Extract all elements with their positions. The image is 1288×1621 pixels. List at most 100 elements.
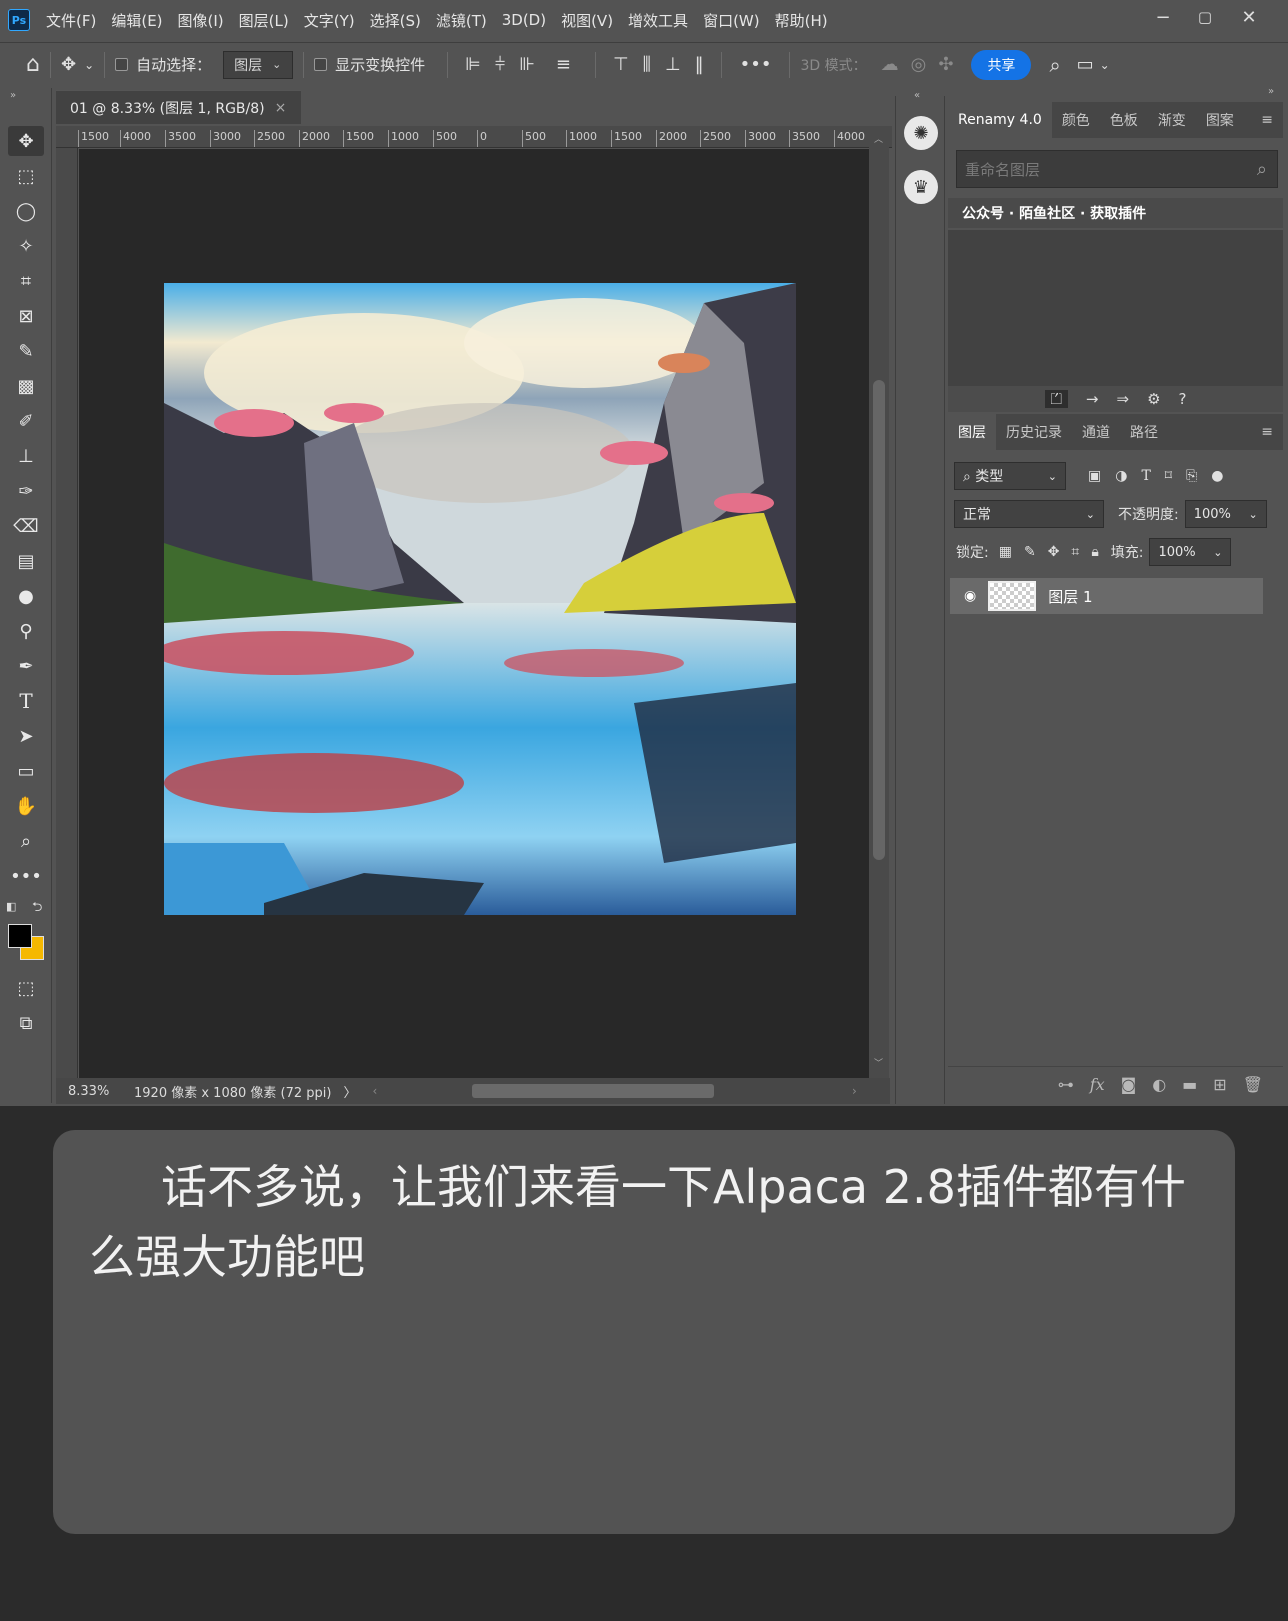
stamp-tool[interactable]: ⊥ xyxy=(8,441,44,471)
tab-channels[interactable]: 通道 xyxy=(1072,414,1120,450)
history-brush-tool[interactable]: ✑ xyxy=(8,476,44,506)
tab-gradients[interactable]: 渐变 xyxy=(1148,102,1196,138)
plugin-link-text[interactable]: 公众号 · 陌鱼社区 · 获取插件 xyxy=(962,203,1146,223)
panel-menu-icon[interactable]: ≡ xyxy=(1261,424,1273,440)
scroll-up-icon[interactable]: ︿ xyxy=(874,132,883,145)
default-colors-icon[interactable]: ◧ xyxy=(6,900,20,914)
double-arrow-right-icon[interactable]: ⇒ xyxy=(1117,390,1130,408)
filter-adjustment-icon[interactable]: ◑ xyxy=(1115,468,1127,484)
filter-type-icon[interactable]: T xyxy=(1141,468,1150,484)
trash-icon[interactable]: 🗑︎ xyxy=(1243,1075,1263,1094)
new-layer-icon[interactable]: ⊞ xyxy=(1213,1075,1226,1094)
move-tool[interactable]: ✥ xyxy=(8,126,44,156)
scroll-down-icon[interactable]: ﹀ xyxy=(874,1056,883,1069)
opacity-input[interactable]: 100% ⌄ xyxy=(1184,500,1267,528)
tab-color[interactable]: 颜色 xyxy=(1052,102,1100,138)
status-menu-arrow[interactable]: 〉 xyxy=(343,1082,356,1101)
align-left-icon[interactable]: ⊫ xyxy=(465,54,481,75)
collapse-arrows-icon[interactable]: » xyxy=(10,90,16,101)
vertical-scrollbar[interactable]: ︿ ﹀ xyxy=(869,126,889,1078)
link-layers-icon[interactable]: ⊶ xyxy=(1058,1075,1074,1094)
menu-image[interactable]: 图像(I) xyxy=(178,10,224,31)
lock-all-icon[interactable]: 🔒︎ xyxy=(1091,544,1098,560)
marquee-tool[interactable]: ⬚ xyxy=(8,161,44,191)
dodge-tool[interactable]: ⚲ xyxy=(8,616,44,646)
share-button[interactable]: 共享 xyxy=(971,49,1032,80)
new-group-icon[interactable]: ▬ xyxy=(1182,1075,1197,1094)
tab-history[interactable]: 历史记录 xyxy=(996,414,1072,450)
aperture-icon[interactable]: ✺ xyxy=(904,116,938,150)
quick-mask-button[interactable]: ⬚ xyxy=(8,973,44,1003)
lock-position-icon[interactable]: ✥ xyxy=(1048,544,1060,560)
menu-window[interactable]: 窗口(W) xyxy=(703,10,760,31)
zoom-tool[interactable]: ⌕ xyxy=(8,826,44,856)
eraser-tool[interactable]: ⌫ xyxy=(8,511,44,541)
help-icon[interactable]: ? xyxy=(1179,390,1187,408)
layer-row[interactable]: ◉ 图层 1 xyxy=(950,578,1263,614)
search-icon[interactable]: ⌕ xyxy=(1257,159,1267,180)
document-tab[interactable]: 01 @ 8.33% (图层 1, RGB/8) × xyxy=(56,90,301,124)
eyedropper-tool[interactable]: ✎ xyxy=(8,336,44,366)
workspace-icon[interactable]: ▭ xyxy=(1077,54,1094,75)
type-tool[interactable]: T xyxy=(8,686,44,716)
close-button[interactable]: ✕ xyxy=(1228,0,1270,34)
scroll-left-icon[interactable]: ‹ xyxy=(372,1084,377,1098)
blend-mode-dropdown[interactable]: 正常 ⌄ xyxy=(954,500,1104,528)
menu-help[interactable]: 帮助(H) xyxy=(775,10,828,31)
rectangle-tool[interactable]: ▭ xyxy=(8,756,44,786)
filter-pixel-icon[interactable]: ▣ xyxy=(1088,468,1101,484)
fill-input[interactable]: 100% ⌄ xyxy=(1149,538,1232,566)
restore-button[interactable]: ▢ xyxy=(1184,0,1226,34)
brush-tool[interactable]: ✐ xyxy=(8,406,44,436)
lock-artboard-icon[interactable]: ⌗ xyxy=(1071,544,1079,560)
lock-pixels-icon[interactable]: ✎ xyxy=(1024,544,1036,560)
menu-type[interactable]: 文字(Y) xyxy=(304,10,355,31)
vertical-scroll-thumb[interactable] xyxy=(873,380,885,860)
filter-shape-icon[interactable]: ⌑ xyxy=(1165,468,1172,484)
foreground-color-swatch[interactable] xyxy=(8,924,32,948)
align-middle-v-icon[interactable]: ⫼ xyxy=(643,54,651,75)
distribute-v-icon[interactable]: ‖ xyxy=(695,54,704,75)
gear-icon[interactable]: ⚙ xyxy=(1147,390,1160,408)
plugin-link-bar[interactable]: 公众号 · 陌鱼社区 · 获取插件 xyxy=(948,198,1283,228)
close-tab-icon[interactable]: × xyxy=(275,100,287,116)
fx-icon[interactable]: fx xyxy=(1090,1075,1105,1094)
frame-tool[interactable]: ⊠ xyxy=(8,301,44,331)
auto-select-checkbox[interactable] xyxy=(115,58,129,71)
align-top-icon[interactable]: ⊤ xyxy=(613,54,629,75)
zoom-level[interactable]: 8.33% xyxy=(68,1084,128,1099)
panel-menu-icon[interactable]: ≡ xyxy=(1261,112,1273,128)
menu-file[interactable]: 文件(F) xyxy=(46,10,96,31)
distribute-icon[interactable]: ≡ xyxy=(556,54,571,75)
lock-transparency-icon[interactable]: ▦ xyxy=(999,544,1012,560)
tab-paths[interactable]: 路径 xyxy=(1120,414,1168,450)
more-options-icon[interactable]: ••• xyxy=(740,54,772,75)
align-center-h-icon[interactable]: ⫩ xyxy=(495,54,505,75)
auto-select-dropdown[interactable]: 图层 ⌄ xyxy=(223,50,294,79)
horizontal-scroll-thumb[interactable] xyxy=(472,1084,714,1098)
chevron-down-icon[interactable]: ⌄ xyxy=(84,58,94,72)
align-bottom-icon[interactable]: ⊥ xyxy=(665,54,681,75)
menu-plugins[interactable]: 增效工具 xyxy=(628,10,688,31)
healing-tool[interactable]: ▩ xyxy=(8,371,44,401)
chevron-down-icon[interactable]: ⌄ xyxy=(1100,58,1110,72)
menu-select[interactable]: 选择(S) xyxy=(370,10,421,31)
menu-3d[interactable]: 3D(D) xyxy=(502,11,546,29)
gradient-tool[interactable]: ▤ xyxy=(8,546,44,576)
layer-filter-dropdown[interactable]: ⌕ 类型 ⌄ xyxy=(954,462,1066,490)
crop-tool[interactable]: ⌗ xyxy=(8,266,44,296)
filter-smart-object-icon[interactable]: ⎘ xyxy=(1186,468,1197,484)
menu-view[interactable]: 视图(V) xyxy=(561,10,613,31)
add-mask-icon[interactable]: ◙ xyxy=(1121,1075,1137,1094)
landscape-artwork[interactable] xyxy=(164,283,796,915)
tab-renamy[interactable]: Renamy 4.0 xyxy=(948,102,1052,138)
arrow-right-icon[interactable]: → xyxy=(1086,390,1099,408)
collapse-arrows-icon[interactable]: « xyxy=(914,90,920,101)
hand-tool[interactable]: ✋ xyxy=(8,791,44,821)
crown-icon[interactable]: ♛ xyxy=(904,170,938,204)
expand-panels-icon[interactable]: » xyxy=(1268,86,1274,97)
layer-name[interactable]: 图层 1 xyxy=(1048,586,1092,607)
filter-toggle-icon[interactable]: ● xyxy=(1211,468,1223,484)
swap-colors-icon[interactable]: ⮌ xyxy=(32,898,42,920)
minimize-button[interactable]: − xyxy=(1142,0,1184,34)
